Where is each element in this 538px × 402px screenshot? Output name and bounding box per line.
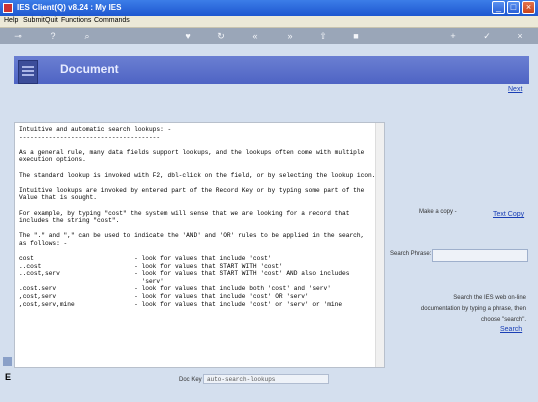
forward-icon[interactable]: »: [285, 31, 295, 41]
menu-submit[interactable]: Submit: [23, 17, 45, 24]
maximize-button[interactable]: □: [507, 1, 520, 14]
expand-icon[interactable]: E: [5, 372, 11, 382]
refresh-icon[interactable]: ↻: [216, 31, 226, 41]
rewind-icon[interactable]: «: [250, 31, 260, 41]
doc-key-label: Doc Key: [179, 377, 202, 383]
search-link[interactable]: Search: [500, 326, 522, 333]
search-input[interactable]: [432, 249, 528, 262]
copy-label: Make a copy -: [419, 209, 457, 215]
page-title: Document: [60, 62, 119, 76]
toolbar: ⊸ ? ⌕ ♥ ↻ « » ⇧ ■ + ✓ ×: [0, 28, 538, 44]
cancel-icon[interactable]: ×: [515, 31, 525, 41]
key-icon[interactable]: ⊸: [8, 31, 28, 41]
close-button[interactable]: ×: [522, 1, 535, 14]
document-icon: [18, 60, 38, 84]
menu-commands[interactable]: Commands: [94, 17, 130, 24]
document-scrollbar[interactable]: [375, 123, 384, 367]
left-stripe: [0, 44, 12, 402]
menu-quit[interactable]: Quit: [45, 17, 58, 24]
search-phrase-label: Search Phrase:: [390, 251, 432, 257]
stop-icon[interactable]: ■: [351, 31, 361, 41]
heart-icon[interactable]: ♥: [183, 31, 193, 41]
scroll-up-icon[interactable]: [3, 357, 12, 366]
search-icon[interactable]: ⌕: [82, 31, 92, 41]
search-help-text: Search the IES web on-line documentation…: [420, 295, 526, 323]
menu-help[interactable]: Help: [4, 17, 18, 24]
help-icon[interactable]: ?: [48, 31, 58, 41]
title-bar: IES Client(Q) v8.24 : My IES _ □ ×: [0, 0, 538, 16]
minimize-button[interactable]: _: [492, 1, 505, 14]
next-link[interactable]: Next: [508, 86, 522, 93]
upload-icon[interactable]: ⇧: [318, 31, 328, 41]
menu-functions[interactable]: Functions: [61, 17, 91, 24]
ok-icon[interactable]: ✓: [482, 31, 492, 41]
add-icon[interactable]: +: [448, 31, 458, 41]
menu-bar: Help Submit Quit Functions Commands: [0, 16, 538, 28]
window-title: IES Client(Q) v8.24 : My IES: [17, 3, 122, 12]
page-header: Document: [14, 56, 529, 84]
document-text: Intuitive and automatic search lookups: …: [19, 126, 376, 308]
text-copy-link[interactable]: Text Copy: [493, 211, 524, 218]
app-icon: [3, 3, 13, 13]
doc-key-field[interactable]: auto-search-lookups: [203, 374, 329, 384]
document-panel: Intuitive and automatic search lookups: …: [14, 122, 385, 368]
